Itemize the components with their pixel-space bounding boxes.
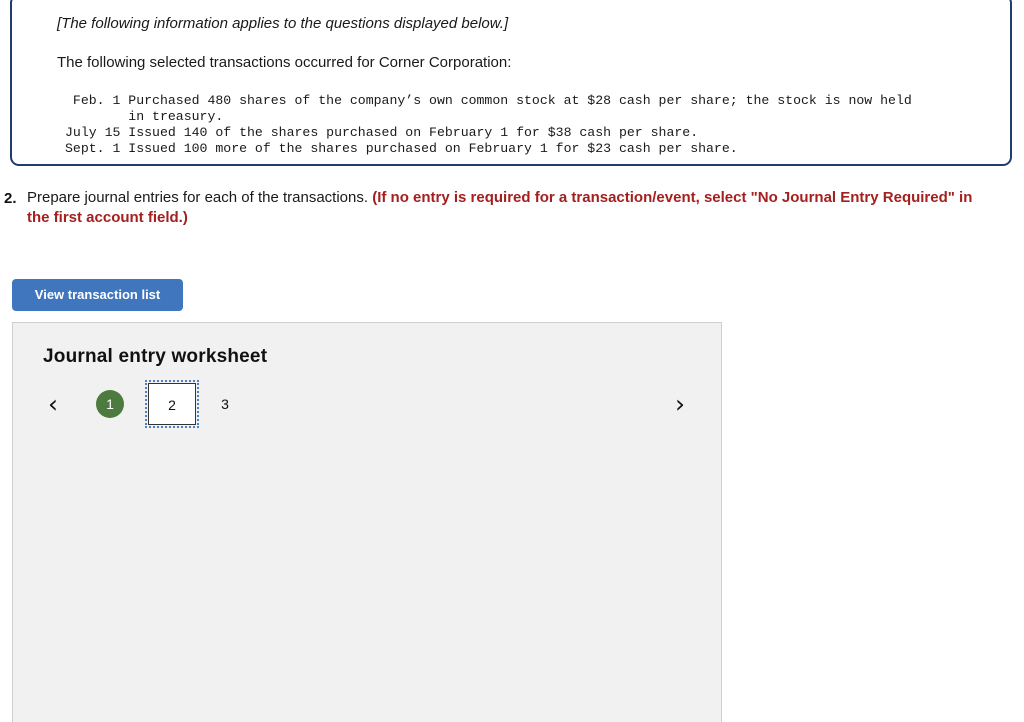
question-info-panel: [The following information applies to th… [10, 0, 1012, 166]
info-lead-in-text: The following selected transactions occu… [57, 54, 512, 71]
journal-entry-worksheet-panel: Journal entry worksheet ‹ 1 2 3 › Record… [12, 322, 722, 722]
question-text: Prepare journal entries for each of the … [27, 188, 977, 228]
info-italic-note: [The following information applies to th… [57, 15, 509, 32]
question-prompt: Prepare journal entries for each of the … [27, 189, 373, 206]
pager-page-3[interactable]: 3 [211, 390, 239, 418]
view-transaction-list-button[interactable]: View transaction list [12, 279, 183, 311]
worksheet-pager: ‹ 1 2 3 › [13, 380, 721, 428]
transactions-monospace-block: Feb. 1 Purchased 480 shares of the compa… [65, 93, 912, 156]
chevron-right-icon[interactable]: › [675, 392, 685, 417]
worksheet-title: Journal entry worksheet [43, 346, 268, 367]
chevron-left-icon[interactable]: ‹ [48, 392, 58, 417]
pager-page-2[interactable]: 2 [145, 380, 199, 428]
question-number: 2. [4, 190, 17, 207]
pager-page-1[interactable]: 1 [96, 390, 124, 418]
question-2-row: 2. Prepare journal entries for each of t… [0, 188, 1000, 228]
